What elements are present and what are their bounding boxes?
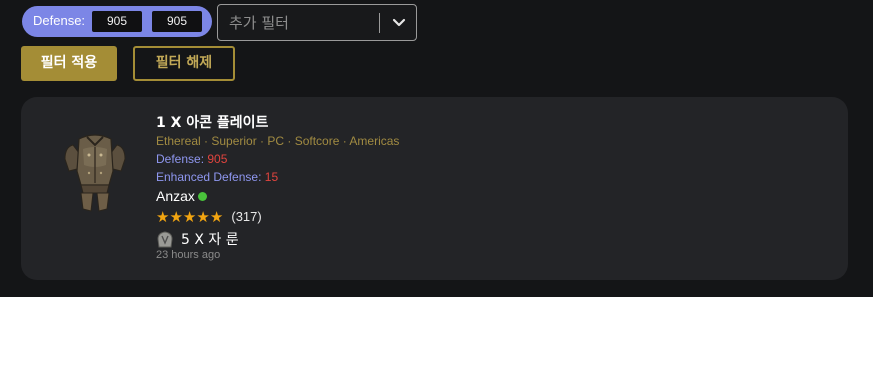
property-value: 905 (207, 152, 228, 166)
armor-item-image[interactable] (59, 125, 131, 217)
seller-rating: ★★★★★ (317) (156, 207, 262, 226)
add-filter-placeholder: 추가 필터 (229, 14, 289, 32)
star-icon: ★ (182, 208, 197, 226)
chevron-down-icon[interactable] (391, 14, 407, 30)
seller-row[interactable]: Anzax (156, 188, 207, 204)
market-panel: Defense: 905 - 905 추가 필터 필터 적용 필터 해제 (0, 0, 873, 297)
apply-filter-button[interactable]: 필터 적용 (21, 46, 117, 81)
property-value: 15 (264, 170, 279, 184)
select-separator (379, 13, 380, 33)
defense-filter-chip[interactable]: Defense: 905 - 905 (22, 6, 212, 37)
property-defense: Defense: 905 (156, 152, 227, 166)
defense-min-input[interactable]: 905 (92, 11, 142, 32)
listing-card[interactable]: 1 X 아콘 플레이트 Ethereal · Superior · PC · S… (21, 97, 848, 280)
rune-icon (157, 231, 173, 248)
clear-filter-button[interactable]: 필터 해제 (133, 46, 235, 81)
star-icon: ★ (156, 208, 170, 226)
star-icon: ★ (209, 208, 224, 226)
defense-max-input[interactable]: 905 (152, 11, 202, 32)
property-key: Defense: (156, 152, 205, 166)
defense-filter-label: Defense: (33, 13, 86, 28)
star-icon: ★ (169, 208, 183, 226)
seller-name[interactable]: Anzax (156, 188, 195, 204)
add-filter-select[interactable]: 추가 필터 (217, 4, 417, 41)
property-key: Enhanced Defense: (156, 170, 262, 184)
property-enhanced-defense: Enhanced Defense: 15 (156, 170, 278, 184)
star-icon: ★ (196, 208, 210, 226)
online-status-dot (197, 192, 207, 201)
posted-time: 23 hours ago (156, 249, 221, 261)
price-text: 5 X 자 룬 (181, 232, 239, 248)
rating-count: (317) (231, 209, 262, 224)
listing-meta: Ethereal · Superior · PC · Softcore · Am… (156, 134, 400, 148)
listing-title[interactable]: 1 X 아콘 플레이트 (156, 112, 268, 132)
